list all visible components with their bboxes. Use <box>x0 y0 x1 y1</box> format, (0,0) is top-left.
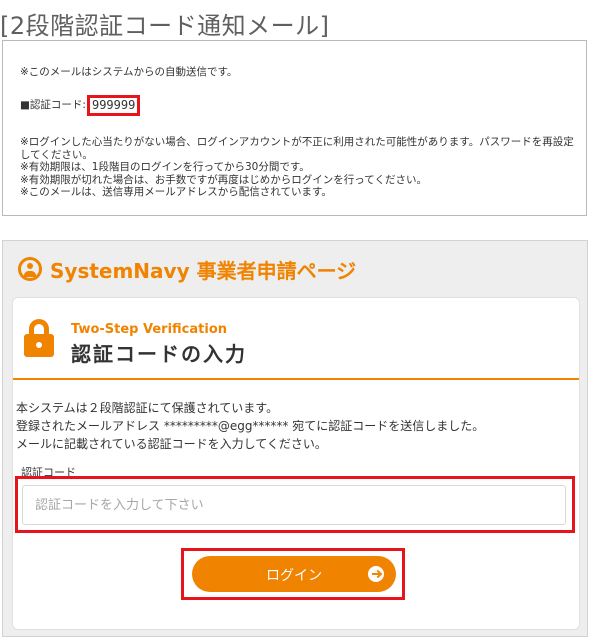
heading-divider <box>13 378 579 380</box>
page-title: [2段階認証コード通知メール] <box>0 12 330 40</box>
verification-card: Two-Step Verification 認証コードの入力 本システムは２段階… <box>12 297 580 630</box>
mail-code-value: 999999 <box>86 95 141 116</box>
intro-text: 本システムは２段階認証にて保護されています。 登録されたメールアドレス ****… <box>16 399 576 453</box>
mail-note: ※有効期限が切れた場合は、お手数ですが再度はじめからログインを行ってください。 <box>20 173 427 186</box>
mail-code-label: ■認証コード: <box>20 98 86 111</box>
step-heading: 認証コードの入力 <box>71 342 247 366</box>
portal-title: SystemNavy 事業者申請ページ <box>50 258 357 283</box>
intro-line: メールに記載されている認証コードを入力してください。 <box>16 437 327 451</box>
lock-icon <box>24 319 54 357</box>
portal-header: SystemNavy 事業者申請ページ <box>3 241 587 297</box>
intro-line: 本システムは２段階認証にて保護されています。 <box>16 401 279 415</box>
mail-note: ※ログインした心当たりがない場合、ログインアカウントが不正に利用された可能性があ… <box>20 136 574 161</box>
verification-portal: SystemNavy 事業者申請ページ Two-Step Verificatio… <box>2 240 588 637</box>
notification-email: ※このメールはシステムからの自動送信です。 ■認証コード: 999999 ※ログ… <box>2 40 587 216</box>
mail-note: ※このメールは、送信専用メールアドレスから配信されています。 <box>20 186 332 199</box>
verification-code-input[interactable] <box>22 485 566 525</box>
arrow-right-circle-icon <box>368 566 384 582</box>
user-circle-icon <box>18 257 42 281</box>
mail-note: ※有効期限は、1段階目のログインを行ってから30分間です。 <box>20 161 310 174</box>
login-button[interactable]: ログイン <box>192 556 396 592</box>
mail-notes: ※ログインした心当たりがない場合、ログインアカウントが不正に利用された可能性があ… <box>20 136 575 199</box>
intro-line: 登録されたメールアドレス *********@egg****** 宛てに認証コー… <box>16 419 485 433</box>
step-label: Two-Step Verification <box>71 322 228 337</box>
mail-code-row: ■認証コード: 999999 <box>20 95 141 116</box>
mail-auto-notice: ※このメールはシステムからの自動送信です。 <box>20 66 238 78</box>
login-button-label: ログイン <box>266 568 322 584</box>
